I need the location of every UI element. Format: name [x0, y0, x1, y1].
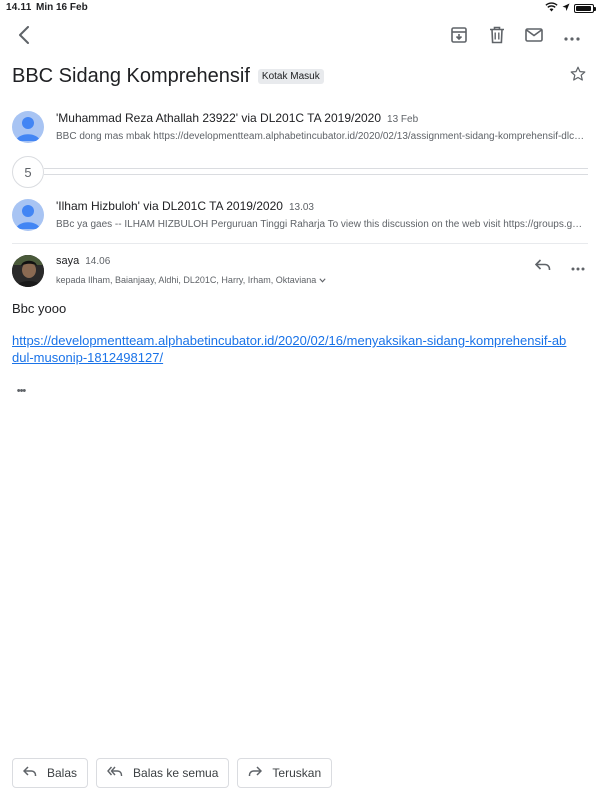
status-bar: 14.11 Min 16 Feb: [0, 0, 600, 16]
reply-all-icon: [107, 766, 123, 780]
inbox-label-chip[interactable]: Kotak Masuk: [257, 68, 324, 84]
reply-all-button[interactable]: Balas ke semua: [96, 758, 230, 788]
recipients-text: kepada Ilham, Baianjaay, Aldhi, DL201C, …: [56, 275, 317, 285]
battery-level: [576, 6, 591, 11]
forward-label: Teruskan: [272, 766, 322, 780]
more-options-button[interactable]: [558, 23, 586, 51]
toolbar: [0, 22, 600, 54]
back-button[interactable]: [10, 23, 38, 51]
message-snippet: BBc ya gaes -- ILHAM HIZBULOH Perguruan …: [56, 219, 586, 230]
more-icon: [564, 28, 580, 46]
sender-name: 'Ilham Hizbuloh' via DL201C TA 2019/2020: [56, 199, 283, 213]
sender-name: saya: [56, 255, 80, 267]
profile-photo: [12, 255, 44, 287]
collapsed-message[interactable]: 'Ilham Hizbuloh' via DL201C TA 2019/2020…: [12, 199, 588, 243]
reply-icon-button[interactable]: [529, 253, 557, 281]
battery-icon: [574, 4, 596, 13]
archive-icon: [450, 26, 468, 49]
stack-line: [44, 174, 588, 175]
stack-line: [44, 168, 588, 169]
back-arrow-icon: [17, 25, 31, 49]
message-more-button[interactable]: [564, 253, 592, 281]
hidden-messages-row: 5: [12, 156, 588, 188]
open-message-sender: saya 14.06: [56, 255, 110, 267]
show-trimmed-content[interactable]: •••: [12, 384, 30, 398]
archive-button[interactable]: [445, 23, 473, 51]
reply-button[interactable]: Balas: [12, 758, 89, 788]
recipients-toggle[interactable]: kepada Ilham, Baianjaay, Aldhi, DL201C, …: [56, 275, 326, 285]
delete-button[interactable]: [483, 23, 511, 51]
chevron-down-icon: [319, 275, 326, 285]
wifi-icon: [545, 2, 558, 15]
forward-icon: [248, 766, 263, 780]
reply-icon: [534, 258, 551, 276]
mark-unread-button[interactable]: [520, 23, 548, 51]
message-time: 13 Feb: [387, 114, 419, 125]
location-icon: [562, 3, 570, 15]
thread-subject: BBC Sidang Komprehensif: [12, 64, 250, 87]
more-icon: [571, 258, 585, 276]
reply-action-bar: Balas Balas ke semua Teruskan: [12, 758, 333, 788]
trash-icon: [489, 26, 505, 49]
sender-name: 'Muhammad Reza Athallah 23922' via DL201…: [56, 111, 382, 125]
message-sender: 'Muhammad Reza Athallah 23922' via DL201…: [56, 111, 418, 125]
star-button[interactable]: [564, 62, 592, 90]
person-icon: [16, 205, 40, 229]
message-link[interactable]: https://developmentteam.alphabetincubato…: [12, 332, 572, 366]
message-time: 13.03: [288, 202, 314, 213]
mail-icon: [525, 27, 543, 47]
message-time: 14.06: [85, 256, 111, 267]
message-sender: 'Ilham Hizbuloh' via DL201C TA 2019/2020…: [56, 199, 314, 213]
subject-row: BBC Sidang Komprehensif Kotak Masuk: [12, 62, 588, 90]
status-time: 14.11: [6, 2, 32, 13]
reply-all-label: Balas ke semua: [133, 766, 219, 780]
collapsed-message[interactable]: 'Muhammad Reza Athallah 23922' via DL201…: [12, 111, 588, 155]
forward-button[interactable]: Teruskan: [237, 758, 333, 788]
reply-label: Balas: [47, 766, 78, 780]
message-body: Bbc yooo: [12, 301, 67, 316]
message-snippet: BBC dong mas mbak https://developmenttea…: [56, 131, 586, 142]
message-divider: [12, 243, 588, 244]
avatar: [12, 111, 44, 143]
status-icons: [545, 2, 596, 15]
sender-photo-avatar[interactable]: [12, 255, 44, 287]
hidden-messages-count[interactable]: 5: [12, 156, 44, 188]
person-icon: [16, 117, 40, 141]
avatar: [12, 199, 44, 231]
star-icon: [570, 66, 586, 87]
reply-icon: [22, 766, 37, 780]
message-link-anchor[interactable]: https://developmentteam.alphabetincubato…: [12, 333, 566, 365]
status-date: Min 16 Feb: [36, 2, 88, 13]
